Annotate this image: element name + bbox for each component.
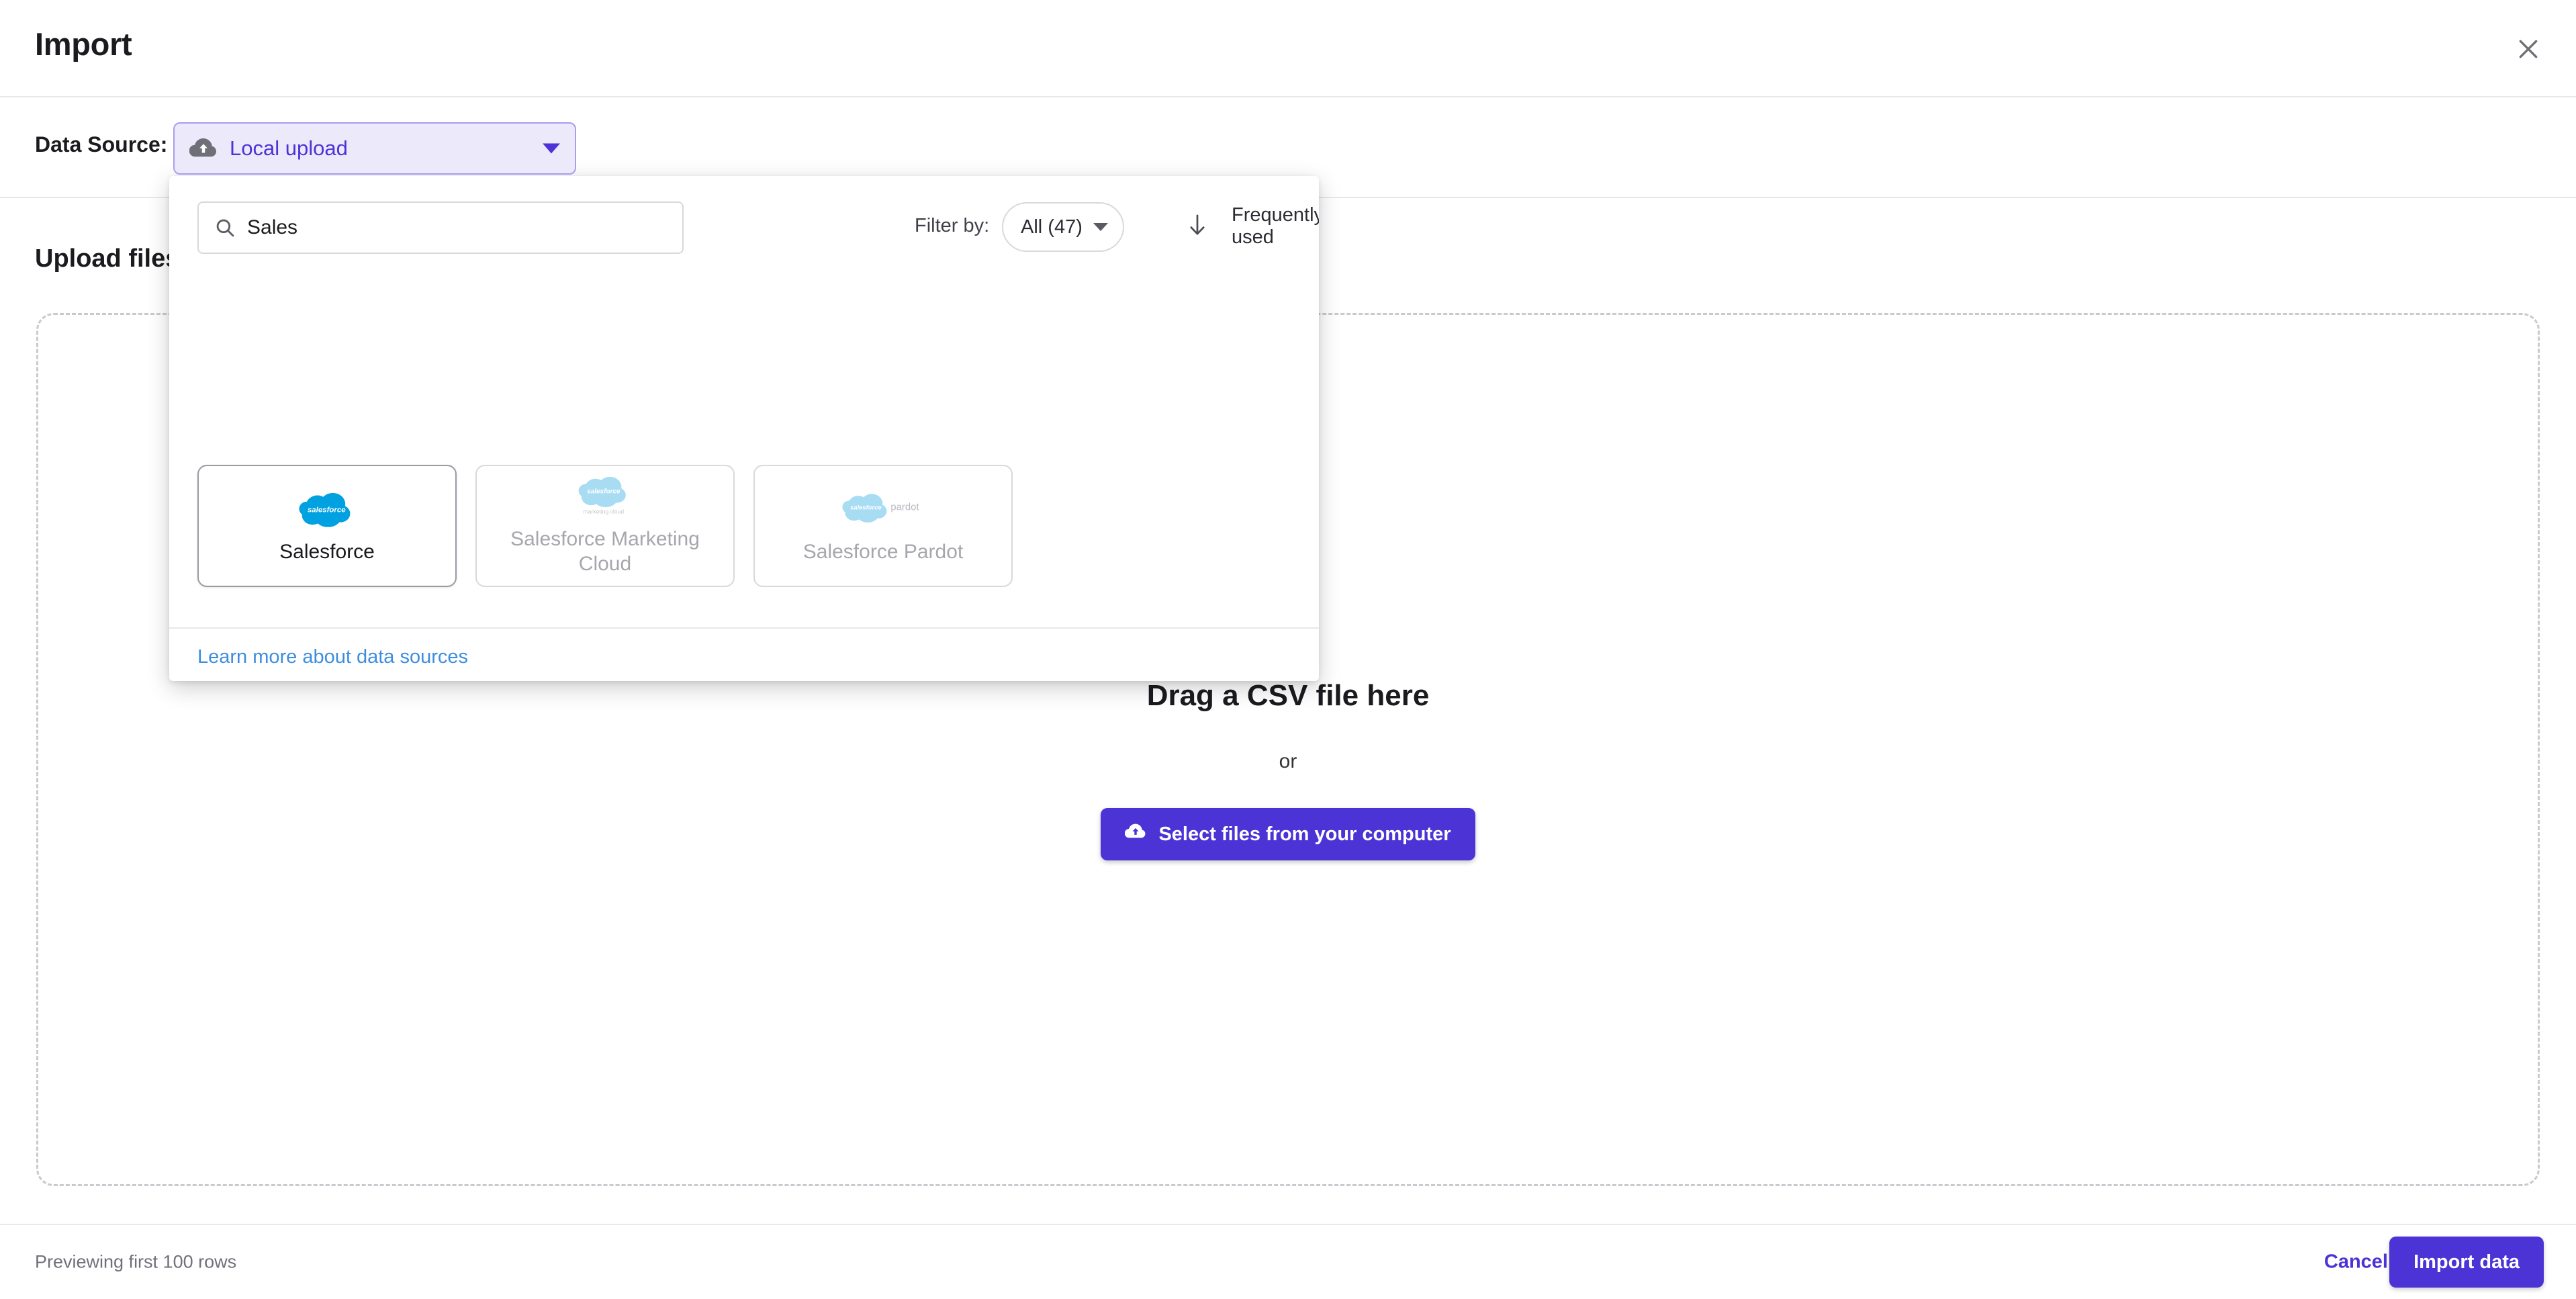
select-files-button-label: Select files from your computer [1158,823,1451,845]
learn-more-link[interactable]: Learn more about data sources [197,646,468,668]
svg-text:pardot: pardot [890,502,919,512]
search-input[interactable] [247,216,672,239]
salesforce-cloud-logo: salesforce [298,488,356,532]
upload-section-heading: Upload files [35,244,180,273]
dropzone-or-text: or [1279,750,1297,772]
panel-toolbar: Filter by: All (47) Frequently used [169,176,1319,262]
arrow-down-icon [1186,212,1209,241]
filter-dropdown-value: All (47) [1021,216,1083,238]
source-card-label: Salesforce [279,540,375,563]
chevron-down-icon [543,143,560,154]
sort-direction-button[interactable] [1177,203,1218,250]
import-modal: Import Data Source: Upload files Drag a … [0,0,2576,1299]
sort-dropdown-value: Frequently used [1232,204,1319,248]
cloud-upload-icon [1125,821,1146,848]
select-files-button[interactable]: Select files from your computer [1101,808,1475,860]
data-source-label: Data Source: [35,132,168,156]
modal-header: Import [0,0,2576,97]
svg-text:marketing cloud: marketing cloud [584,508,625,515]
dropzone-title: Drag a CSV file here [1146,679,1430,712]
cloud-upload-icon [189,134,218,163]
page-title: Import [35,26,132,62]
svg-text:salesforce: salesforce [587,488,620,496]
filter-dropdown[interactable]: All (47) [1002,202,1124,252]
source-card-label: Salesforce Marketing Cloud [510,528,700,575]
data-source-select[interactable]: Local upload [173,122,576,175]
modal-footer: Previewing first 100 rows Cancel Import … [0,1224,2576,1299]
svg-text:salesforce: salesforce [308,506,346,514]
source-card-list: salesforce Salesforce salesforce marketi… [197,465,1013,587]
data-source-dropdown-panel: Filter by: All (47) Frequently used [169,176,1319,681]
source-card-salesforce-marketing-cloud[interactable]: salesforce marketing cloud Salesforce Ma… [475,465,735,587]
source-card-label: Salesforce Pardot [802,540,964,563]
source-card-salesforce[interactable]: salesforce Salesforce [197,465,457,587]
preview-note: Previewing first 100 rows [35,1251,237,1272]
salesforce-pardot-logo: salesforce pardot [840,488,926,532]
close-icon [2515,36,2542,62]
sort-dropdown[interactable]: Frequently used [1232,203,1319,250]
search-box[interactable] [197,201,684,254]
svg-text:salesforce: salesforce [850,503,882,510]
salesforce-marketing-cloud-logo: salesforce marketing cloud [576,475,634,519]
panel-divider [169,627,1319,629]
chevron-down-icon [1093,223,1108,231]
import-data-button[interactable]: Import data [2389,1237,2544,1288]
cancel-button[interactable]: Cancel [2324,1251,2388,1273]
data-source-selected-value: Local upload [230,136,348,160]
source-card-salesforce-pardot[interactable]: salesforce pardot Salesforce Pardot [753,465,1013,587]
close-modal-button[interactable] [2499,20,2557,78]
filter-by-label: Filter by: [915,215,990,236]
search-icon [214,216,236,239]
